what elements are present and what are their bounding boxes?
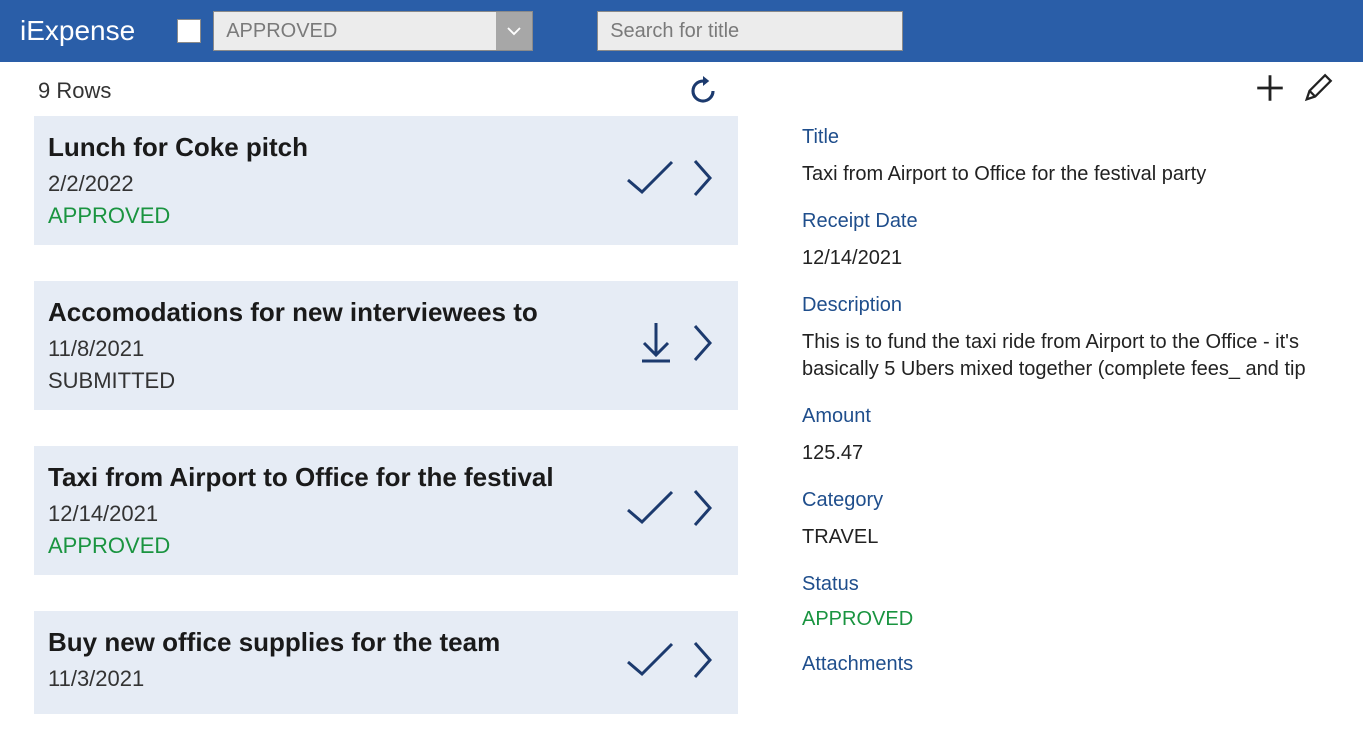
expense-date: 12/14/2021 xyxy=(48,501,624,527)
expense-card[interactable]: Accomodations for new interviewees to 11/… xyxy=(34,281,738,410)
expense-card-text: Lunch for Coke pitch 2/2/2022 APPROVED xyxy=(48,132,624,229)
chevron-down-icon xyxy=(496,12,532,50)
edit-button[interactable] xyxy=(1301,71,1335,110)
label-amount: Amount xyxy=(802,405,1323,428)
expense-date: 2/2/2022 xyxy=(48,171,624,197)
refresh-button[interactable] xyxy=(688,76,718,106)
download-icon xyxy=(636,321,676,365)
chevron-right-icon xyxy=(692,158,714,198)
expense-status: APPROVED xyxy=(48,203,624,229)
approve-button[interactable] xyxy=(624,488,676,533)
label-description: Description xyxy=(802,294,1323,317)
plus-icon xyxy=(1253,71,1287,105)
list-header: 9 Rows xyxy=(0,62,756,116)
expense-title: Lunch for Coke pitch xyxy=(48,132,624,163)
expense-card-text: Taxi from Airport to Office for the fest… xyxy=(48,462,624,559)
value-category: TRAVEL xyxy=(802,524,1323,551)
label-title: Title xyxy=(802,126,1323,149)
value-status: APPROVED xyxy=(802,608,1323,631)
value-description: This is to fund the taxi ride from Airpo… xyxy=(802,329,1323,383)
refresh-icon xyxy=(688,76,718,106)
open-detail-button[interactable] xyxy=(692,323,714,368)
expense-title: Buy new office supplies for the team xyxy=(48,627,624,658)
check-icon xyxy=(624,158,676,198)
status-filter-value: APPROVED xyxy=(226,20,337,43)
expense-card-text: Buy new office supplies for the team 11/3… xyxy=(48,627,624,698)
expense-title: Accomodations for new interviewees to xyxy=(48,297,636,328)
chevron-right-icon xyxy=(692,488,714,528)
expense-card[interactable]: Lunch for Coke pitch 2/2/2022 APPROVED xyxy=(34,116,738,245)
content-area: 9 Rows Lunch for Coke pitch 2/2/2022 APPRO… xyxy=(0,62,1363,732)
filter-checkbox[interactable] xyxy=(177,19,201,43)
check-icon xyxy=(624,488,676,528)
status-filter-select[interactable]: APPROVED xyxy=(213,11,533,51)
label-receipt-date: Receipt Date xyxy=(802,210,1323,233)
chevron-right-icon xyxy=(692,640,714,680)
row-count: 9 Rows xyxy=(38,78,111,104)
expense-card-actions xyxy=(624,627,714,698)
open-detail-button[interactable] xyxy=(692,158,714,203)
expense-status: SUBMITTED xyxy=(48,368,636,394)
expense-card-actions xyxy=(624,462,714,559)
check-icon xyxy=(624,640,676,680)
expense-card-text: Accomodations for new interviewees to 11/… xyxy=(48,297,636,394)
chevron-right-icon xyxy=(692,323,714,363)
search-input[interactable] xyxy=(597,11,903,51)
value-title: Taxi from Airport to Office for the fest… xyxy=(802,161,1323,188)
expense-card[interactable]: Taxi from Airport to Office for the fest… xyxy=(34,446,738,575)
value-receipt-date: 12/14/2021 xyxy=(802,245,1323,272)
label-attachments: Attachments xyxy=(802,653,1323,676)
expense-card[interactable]: Buy new office supplies for the team 11/3… xyxy=(34,611,738,714)
detail-body[interactable]: Title Taxi from Airport to Office for th… xyxy=(756,118,1363,732)
expense-date: 11/8/2021 xyxy=(48,336,636,362)
pencil-icon xyxy=(1301,71,1335,105)
expense-date: 11/3/2021 xyxy=(48,666,624,692)
expense-card-actions xyxy=(624,132,714,229)
app-header: iExpense APPROVED xyxy=(0,0,1363,62)
download-button[interactable] xyxy=(636,321,676,370)
label-status: Status xyxy=(802,573,1323,596)
detail-toolbar xyxy=(756,62,1363,118)
open-detail-button[interactable] xyxy=(692,640,714,685)
approve-button[interactable] xyxy=(624,640,676,685)
expense-detail-pane: Title Taxi from Airport to Office for th… xyxy=(756,62,1363,732)
expense-title: Taxi from Airport to Office for the fest… xyxy=(48,462,624,493)
approve-button[interactable] xyxy=(624,158,676,203)
expense-list-pane: 9 Rows Lunch for Coke pitch 2/2/2022 APPRO… xyxy=(0,62,756,732)
expense-card-actions xyxy=(636,297,714,394)
expense-list[interactable]: Lunch for Coke pitch 2/2/2022 APPROVED Acco… xyxy=(0,116,756,732)
app-title: iExpense xyxy=(20,15,135,47)
add-button[interactable] xyxy=(1253,71,1287,110)
label-category: Category xyxy=(802,489,1323,512)
value-amount: 125.47 xyxy=(802,440,1323,467)
open-detail-button[interactable] xyxy=(692,488,714,533)
expense-status: APPROVED xyxy=(48,533,624,559)
